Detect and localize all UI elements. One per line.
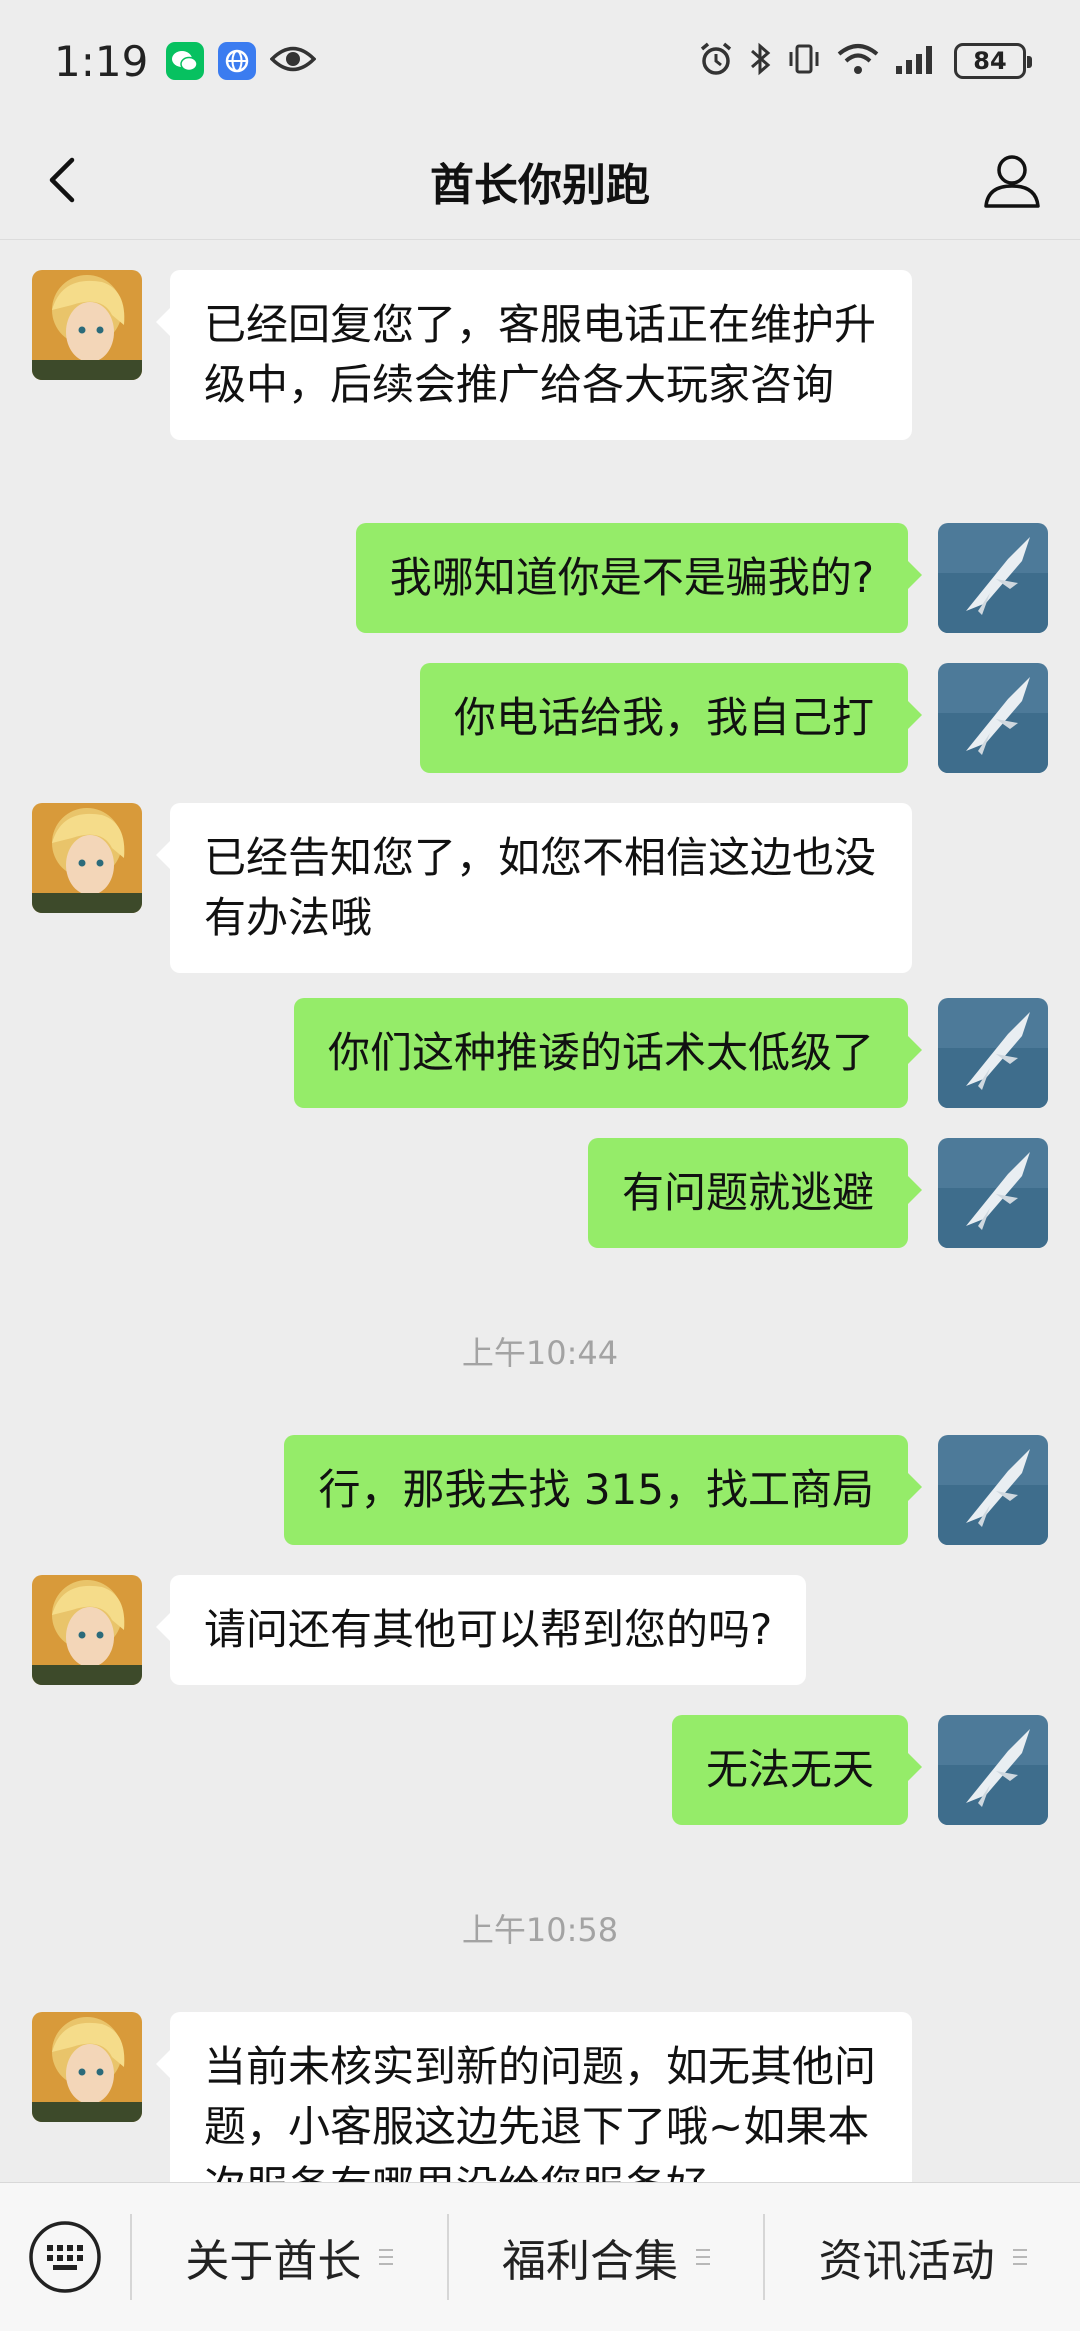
my-avatar[interactable] (938, 1138, 1048, 1248)
signal-icon (894, 42, 940, 80)
keyboard-toggle-button[interactable] (0, 2183, 130, 2331)
menu-label: 福利合集 (502, 2236, 678, 2287)
keyboard-icon (29, 2221, 101, 2293)
vibrate-icon (786, 41, 822, 81)
sent-message[interactable]: 无法无天 (671, 1715, 923, 1825)
timestamp: 上午10:58 (461, 1911, 619, 1949)
timestamp: 上午10:44 (461, 1334, 619, 1372)
menu-label: 资讯活动 (818, 2236, 995, 2287)
received-message[interactable]: 已经告知您了，如您不相信这边也没有办法哦 (156, 803, 912, 973)
received-message[interactable]: 已经回复您了，客服电话正在维护升级中，后续会推广给各大玩家咨询 (156, 270, 912, 440)
contact-avatar[interactable] (32, 803, 142, 913)
my-avatar[interactable] (938, 1435, 1048, 1545)
menu-lines-icon (1012, 2249, 1027, 2265)
menu-news-events[interactable]: 资讯活动 (765, 2183, 1080, 2331)
contact-profile-button[interactable] (978, 146, 1046, 214)
contact-avatar[interactable] (32, 270, 142, 380)
chat-title: 酋长你别跑 (430, 159, 650, 211)
received-message[interactable]: 当前未核实到新的问题，如无其他问题，小客服这边先退下了哦~如果本次服务有哪里没给… (156, 2012, 912, 2182)
contact-avatar[interactable] (32, 1575, 142, 1685)
chevron-left-icon (49, 157, 75, 203)
received-message[interactable]: 请问还有其他可以帮到您的吗? (155, 1575, 807, 1685)
battery-indicator: 84 (954, 43, 1032, 79)
menu-label: 关于酋长 (185, 2236, 362, 2287)
menu-lines-icon (696, 2249, 710, 2265)
bottom-menu-bar: 关于酋长 福利合集 资讯活动 (0, 2182, 1080, 2331)
back-button[interactable] (34, 150, 94, 210)
eye-icon (269, 44, 317, 78)
sent-message[interactable]: 我哪知道你是不是骗我的? (355, 523, 923, 633)
message-list[interactable]: 已经回复您了，客服电话正在维护升级中，后续会推广给各大玩家咨询 我哪知道你是不是… (0, 240, 1080, 2182)
contact-avatar[interactable] (32, 2012, 142, 2122)
wifi-icon (836, 42, 880, 80)
status-right: 84 (698, 41, 1032, 81)
wechat-icon (166, 42, 205, 80)
status-bar: 1:19 84 (0, 0, 1080, 122)
my-avatar[interactable] (938, 523, 1048, 633)
menu-welfare-collection[interactable]: 福利合集 (449, 2183, 764, 2331)
sent-message[interactable]: 有问题就逃避 (587, 1138, 923, 1248)
menu-lines-icon (379, 2249, 394, 2265)
sent-message[interactable]: 你电话给我，我自己打 (419, 663, 923, 773)
status-time: 1:19 (54, 36, 149, 86)
person-icon (984, 155, 1040, 208)
bluetooth-icon (748, 41, 772, 81)
sent-message[interactable]: 你们这种推诿的话术太低级了 (293, 998, 923, 1108)
browser-icon (218, 42, 257, 80)
chat-header: 酋长你别跑 (0, 122, 1080, 240)
my-avatar[interactable] (938, 663, 1048, 773)
sent-message[interactable]: 行，那我去找 315，找工商局 (284, 1435, 922, 1545)
my-avatar[interactable] (938, 998, 1048, 1108)
alarm-icon (698, 41, 734, 81)
menu-about-chief[interactable]: 关于酋长 (132, 2183, 447, 2331)
my-avatar[interactable] (938, 1715, 1048, 1825)
